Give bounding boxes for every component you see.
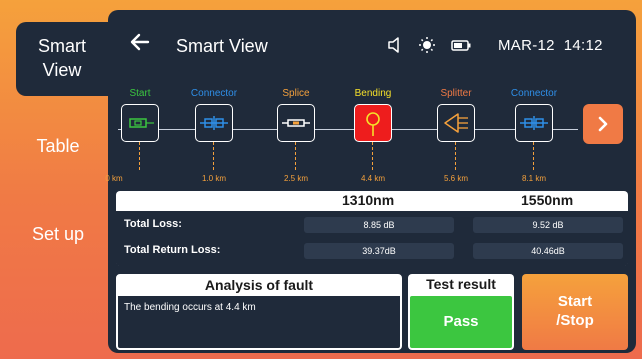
event-icon-box [515,104,553,142]
tab-smart-view[interactable]: Smart View [16,22,108,96]
tab-set-up-label: Set up [31,224,85,244]
main-panel: Smart View MAR-12 14:12 Start 0 km Conne… [105,10,636,353]
column-header-1550: 1550nm [521,192,574,208]
fiber-trace-line [118,129,578,130]
splice-icon [282,119,310,127]
tab-set-up[interactable]: Set up [8,222,108,252]
event-label: Start [129,88,151,99]
speaker-icon [388,37,399,53]
test-result-status: Pass [410,296,512,348]
event-distance: 5.6 km [443,174,468,183]
next-events-button[interactable] [583,104,623,144]
event-marker [372,142,373,170]
back-button[interactable] [128,30,152,54]
event-distance: 1.0 km [201,174,226,183]
tab-table-label: Table [36,136,80,156]
return-loss-1310: 39.37dB [304,243,454,259]
event-marker [455,142,456,170]
event-distance: 0 km [105,174,123,183]
return-loss-1550: 40.46dB [473,243,623,259]
tab-smart-view-label-2: View [42,60,82,80]
event-marker [213,142,214,170]
splitter-icon [444,113,468,133]
event-label: Connector [190,88,238,99]
battery-indicator [450,36,472,54]
test-result-title: Test result [426,276,496,292]
loss-table: 1310nm 1550nm Total Loss: 8.85 dB 9.52 d… [116,191,628,266]
speaker-button[interactable] [386,36,408,54]
bending-icon [366,112,380,136]
page-title: Smart View [176,36,268,56]
fault-analysis-text: The bending occurs at 4.4 km [124,302,256,313]
event-distance: 4.4 km [360,174,385,183]
start-stop-label-1: Start [557,293,593,310]
event-label: Connector [510,88,558,99]
event-icon-box [277,104,315,142]
row-label-total-return-loss: Total Return Loss: [124,244,221,256]
brightness-icon [419,37,435,53]
battery-icon [451,40,471,51]
column-header-1310: 1310nm [342,192,395,208]
event-marker [139,142,140,170]
start-icon [129,118,154,128]
row-label-total-loss: Total Loss: [124,218,182,230]
datetime-label: MAR-12 14:12 [498,37,603,54]
event-marker [533,142,534,170]
connector-icon [200,116,228,130]
event-icon-box [437,104,475,142]
event-marker [295,142,296,170]
test-result-panel: Test result Pass [408,274,514,350]
device-screen: Smart View Table Set up Smart View MAR-1… [0,0,642,359]
arrow-left-icon [130,33,150,51]
event-distance: 8.1 km [521,174,546,183]
chevron-right-icon [598,116,608,132]
connector-icon [520,116,548,130]
tab-table[interactable]: Table [8,134,108,164]
event-icon-box [121,104,159,142]
total-loss-1550: 9.52 dB [473,217,623,233]
fault-analysis-title: Analysis of fault [118,276,400,296]
event-distance: 2.5 km [283,174,308,183]
fault-analysis-panel: Analysis of fault The bending occurs at … [116,274,402,350]
event-label: Bending [354,88,392,99]
event-label: Splitter [440,88,472,99]
event-icon-box [195,104,233,142]
event-icon-box-fault [354,104,392,142]
total-loss-1310: 8.85 dB [304,217,454,233]
start-stop-label-2: /Stop [556,312,594,329]
tab-smart-view-label-1: Smart [37,36,86,56]
start-stop-button[interactable]: Start /Stop [522,274,628,350]
brightness-button[interactable] [416,36,438,54]
loss-table-body: Total Loss: 8.85 dB 9.52 dB Total Return… [116,211,628,266]
event-label: Splice [282,88,310,99]
